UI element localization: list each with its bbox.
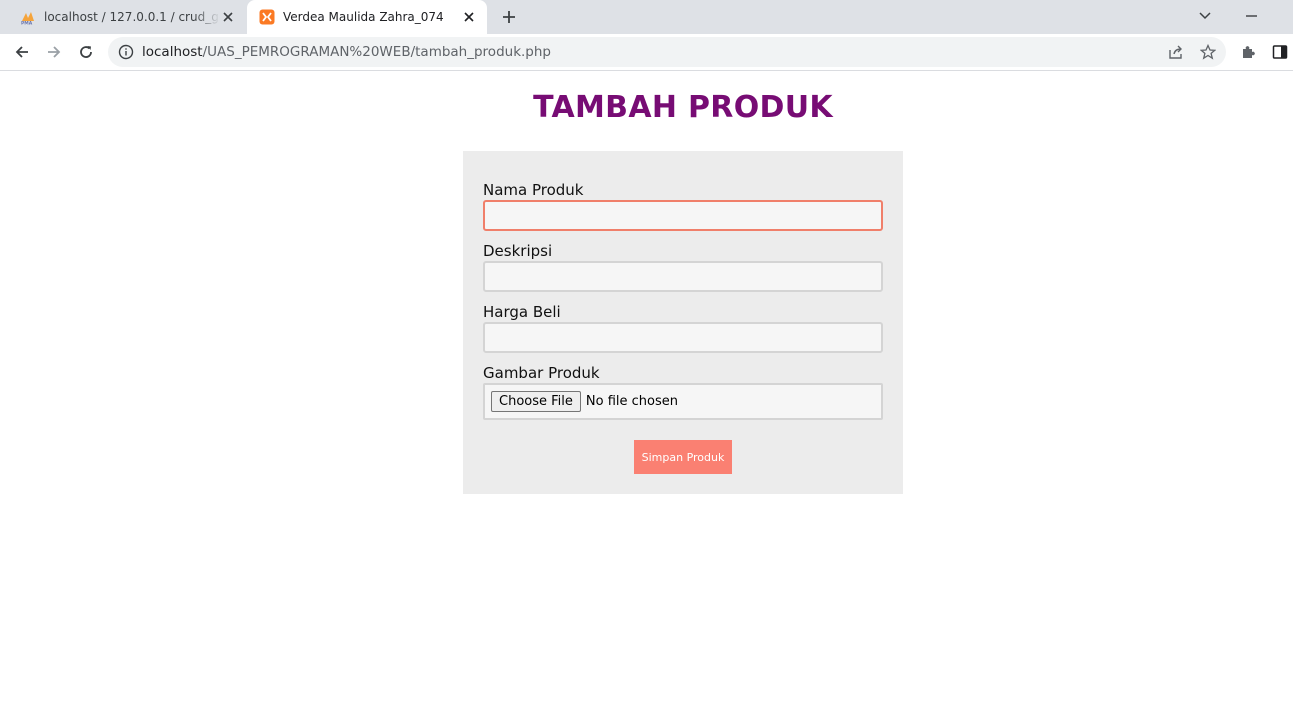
close-tab-icon[interactable] [461, 9, 477, 25]
product-image-file-input[interactable]: Choose File No file chosen [483, 383, 883, 420]
browser-tab-phpmyadmin[interactable]: PMA localhost / 127.0.0.1 / crud_gc | p [8, 0, 246, 34]
phpmyadmin-icon: PMA [21, 12, 34, 26]
file-status-text: No file chosen [585, 394, 678, 409]
product-name-label: Nama Produk [483, 181, 584, 199]
tab-search-chevron-icon[interactable] [1192, 4, 1218, 28]
description-input[interactable] [483, 261, 883, 292]
arrow-left-icon [15, 46, 28, 58]
browser-tab-strip: PMA localhost / 127.0.0.1 / crud_gc | p … [0, 0, 1293, 34]
reload-icon [80, 46, 92, 58]
product-image-label: Gambar Produk [483, 364, 600, 382]
url-text[interactable]: localhost/UAS_PEMROGRAMAN%20WEB/tambah_p… [142, 44, 551, 60]
svg-text:PMA: PMA [21, 21, 33, 26]
xampp-icon [259, 9, 275, 25]
tab-title: localhost / 127.0.0.1 / crud_gc | p [44, 10, 220, 24]
browser-toolbar: localhost/UAS_PEMROGRAMAN%20WEB/tambah_p… [0, 34, 1293, 71]
add-product-form: Nama Produk Deskripsi Harga Beli Gambar … [463, 151, 903, 494]
choose-file-button[interactable]: Choose File [491, 391, 581, 412]
address-bar[interactable]: localhost/UAS_PEMROGRAMAN%20WEB/tambah_p… [108, 37, 1226, 67]
tab-title: Verdea Maulida Zahra_074 [283, 10, 444, 24]
info-icon[interactable] [118, 44, 134, 60]
description-label: Deskripsi [483, 242, 553, 260]
back-button[interactable] [10, 40, 34, 64]
bookmark-star-icon[interactable] [1200, 44, 1216, 60]
purchase-price-input[interactable] [483, 322, 883, 353]
page-title: TAMBAH PRODUK [533, 90, 833, 125]
url-host: localhost [142, 44, 203, 60]
save-product-button[interactable]: Simpan Produk [634, 440, 732, 474]
forward-button[interactable] [42, 40, 66, 64]
minimize-window-icon[interactable] [1238, 4, 1264, 28]
purchase-price-label: Harga Beli [483, 303, 561, 321]
url-path: /UAS_PEMROGRAMAN%20WEB/tambah_produk.php [202, 44, 551, 60]
reload-button[interactable] [74, 40, 98, 64]
close-tab-icon[interactable] [220, 9, 236, 25]
arrow-right-icon [48, 46, 61, 58]
share-icon[interactable] [1168, 44, 1184, 60]
product-name-input[interactable] [483, 200, 883, 231]
new-tab-button[interactable] [498, 6, 520, 28]
browser-tab-active[interactable]: Verdea Maulida Zahra_074 [247, 0, 487, 34]
extensions-puzzle-icon[interactable] [1240, 44, 1256, 60]
side-panel-icon[interactable] [1272, 44, 1288, 60]
